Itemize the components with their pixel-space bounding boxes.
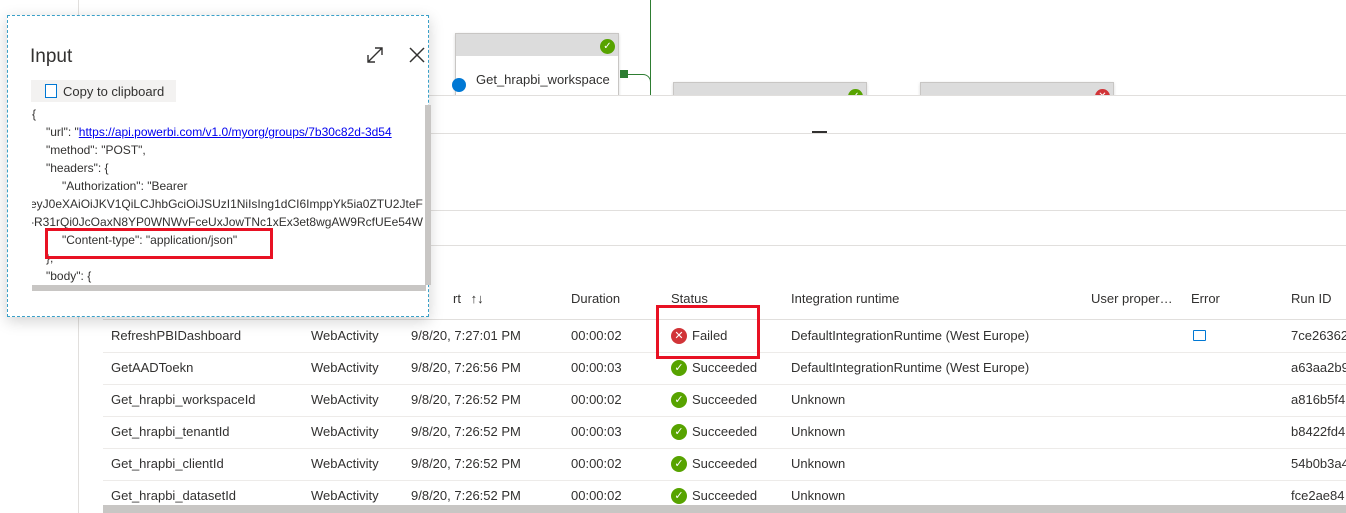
duration-cell: 00:00:03 xyxy=(571,424,622,439)
activity-type-cell: WebActivity xyxy=(311,360,379,375)
table-row[interactable]: Get_hrapbi_clientId WebActivity 9/8/20, 7:… xyxy=(103,448,1346,481)
content-type-highlight xyxy=(45,228,273,259)
table-row[interactable]: Get_hrapbi_workspaceId WebActivity 9/8/20,… xyxy=(103,384,1346,417)
column-header-start-label: rt xyxy=(453,291,461,306)
code-line: "headers": { xyxy=(46,161,109,175)
status-cell: Succeeded xyxy=(692,392,758,407)
integration-runtime-cell: DefaultIntegrationRuntime (West Europe) xyxy=(791,328,1030,343)
duration-cell: 00:00:02 xyxy=(571,392,622,407)
horizontal-scrollbar[interactable] xyxy=(103,505,1346,513)
url-key: "url": xyxy=(46,125,75,139)
activity-name-cell: RefreshPBIDashboard xyxy=(111,328,242,343)
web-activity-icon xyxy=(452,78,466,92)
node-header xyxy=(921,83,1113,95)
activity-node-get-workspace[interactable]: ✓ Get_hrapbi_workspace xyxy=(452,33,619,95)
column-header-start[interactable]: rt ↑↓ xyxy=(453,291,484,306)
activity-node-3[interactable]: ✕ xyxy=(920,82,1114,95)
column-header-error[interactable]: Error xyxy=(1191,291,1220,306)
success-icon: ✓ xyxy=(600,39,615,54)
node-header xyxy=(456,34,618,56)
output-port[interactable] xyxy=(620,70,628,78)
input-panel: Input Copy to clipboard { "url": "https:… xyxy=(7,15,431,317)
url-link[interactable]: https://api.powerbi.com/v1.0/myorg/group… xyxy=(79,125,392,139)
duration-cell: 00:00:02 xyxy=(571,328,622,343)
code-line: "method": "POST", xyxy=(46,143,146,157)
run-id-cell: a816b5f4 xyxy=(1291,392,1346,407)
sort-icon[interactable]: ↑↓ xyxy=(471,291,484,306)
failed-status-highlight xyxy=(656,305,760,359)
duration-cell: 00:00:03 xyxy=(571,360,622,375)
run-start-cell: 9/8/20, 7:26:52 PM xyxy=(411,456,521,471)
succeeded-icon: ✓ xyxy=(671,424,687,440)
activity-name-cell: Get_hrapbi_clientId xyxy=(111,456,224,471)
column-header-duration[interactable]: Duration xyxy=(571,291,620,306)
activity-name-cell: Get_hrapbi_workspaceId xyxy=(111,392,256,407)
copy-to-clipboard-button[interactable]: Copy to clipboard xyxy=(31,80,176,102)
activity-type-cell: WebActivity xyxy=(311,424,379,439)
column-header-status[interactable]: Status xyxy=(671,291,708,306)
node-header xyxy=(674,83,866,95)
activity-name-cell: GetAADToekn xyxy=(111,360,194,375)
run-start-cell: 9/8/20, 7:26:52 PM xyxy=(411,392,521,407)
succeeded-icon: ✓ xyxy=(671,456,687,472)
code-line: { xyxy=(32,107,37,121)
close-icon[interactable] xyxy=(406,44,428,66)
activity-type-cell: WebActivity xyxy=(311,392,379,407)
code-line: "Authorization": "Bearer xyxy=(62,179,188,193)
code-vertical-scrollbar[interactable] xyxy=(425,105,431,285)
run-id-cell: b8422fd4 xyxy=(1291,424,1346,439)
code-horizontal-scrollbar[interactable] xyxy=(32,285,426,291)
column-header-runtime[interactable]: Integration runtime xyxy=(791,291,899,306)
node-label: Get_hrapbi_workspace xyxy=(476,72,610,87)
status-cell: Succeeded xyxy=(692,456,758,471)
connector-curve xyxy=(628,74,651,95)
run-start-cell: 9/8/20, 7:26:52 PM xyxy=(411,424,521,439)
run-start-cell: 9/8/20, 7:26:56 PM xyxy=(411,360,521,375)
activity-node-2[interactable]: ✓ xyxy=(673,82,867,95)
run-id-cell: a63aa2b9 xyxy=(1291,360,1346,375)
activity-name-cell: Get_hrapbi_tenantId xyxy=(111,424,230,439)
panel-title: Input xyxy=(30,46,73,67)
status-cell: Succeeded xyxy=(692,424,758,439)
succeeded-icon: ✓ xyxy=(671,392,687,408)
expand-icon[interactable] xyxy=(364,44,386,66)
integration-runtime-cell: Unknown xyxy=(791,424,846,439)
table-row[interactable]: Get_hrapbi_tenantId WebActivity 9/8/20, 7:… xyxy=(103,416,1346,449)
code-line: "body": { xyxy=(46,269,92,283)
run-id-cell: 7ce26362 xyxy=(1291,328,1346,343)
copy-icon xyxy=(45,84,57,98)
code-line: -R31rQi0JcOaxN8YP0WNWvFceUxJowTNc1xEx3et… xyxy=(32,215,423,229)
column-header-run-id[interactable]: Run ID xyxy=(1291,291,1331,306)
activity-type-cell: WebActivity xyxy=(311,456,379,471)
error-details-icon[interactable] xyxy=(1193,330,1206,341)
integration-runtime-cell: Unknown xyxy=(791,392,846,407)
code-line: "url": "https://api.powerbi.com/v1.0/myo… xyxy=(46,125,392,139)
copy-label: Copy to clipboard xyxy=(63,84,165,99)
integration-runtime-cell: DefaultIntegrationRuntime (West Europe) xyxy=(791,360,1030,375)
code-line: eyJ0eXAiOiJKV1QiLCJhbGciOiJSUzI1NiIsIng1… xyxy=(32,197,423,211)
integration-runtime-cell: Unknown xyxy=(791,456,846,471)
duration-cell: 00:00:02 xyxy=(571,456,622,471)
column-header-user-properties[interactable]: User proper… xyxy=(1091,291,1173,306)
run-start-cell: 9/8/20, 7:27:01 PM xyxy=(411,328,521,343)
run-id-cell: 54b0b3a4 xyxy=(1291,456,1346,471)
activity-type-cell: WebActivity xyxy=(311,328,379,343)
succeeded-icon: ✓ xyxy=(671,488,687,504)
succeeded-icon: ✓ xyxy=(671,360,687,376)
